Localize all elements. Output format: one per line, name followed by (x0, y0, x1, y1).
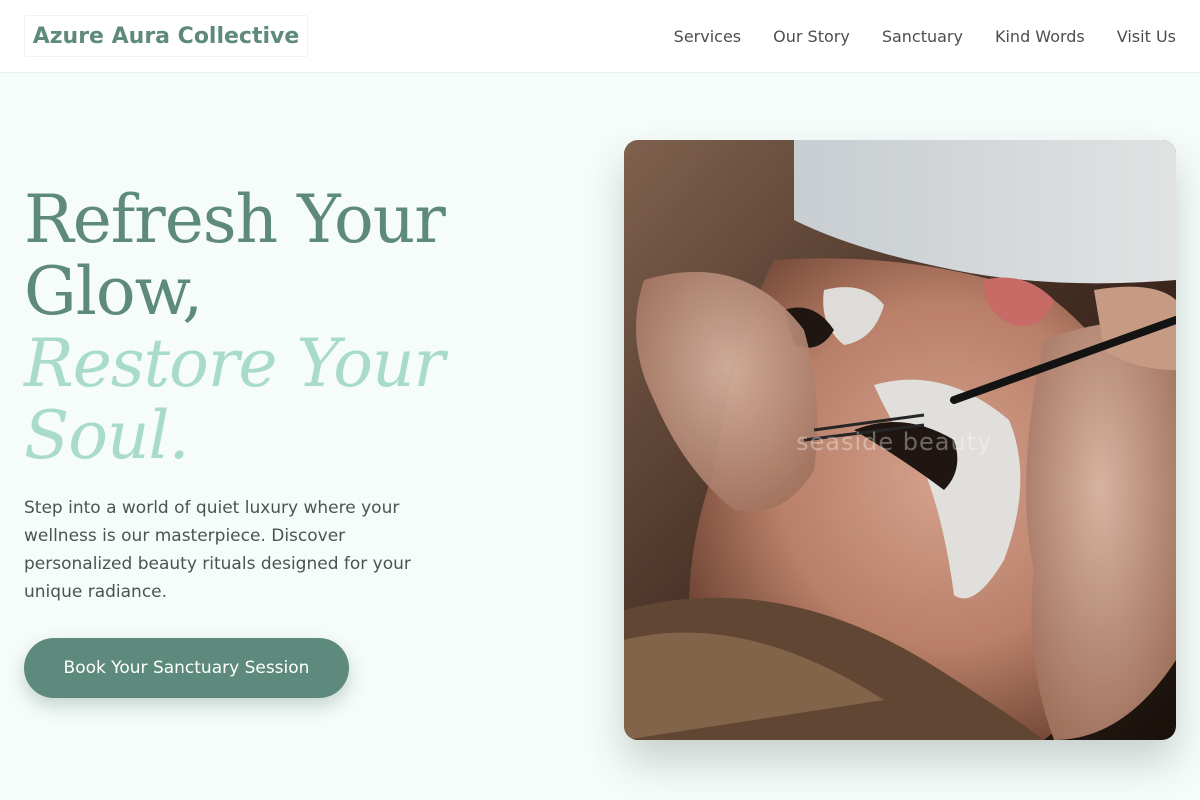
hero-title: Refresh Your Glow, Restore Your Soul. (24, 184, 584, 472)
hero-title-accent-line-1: Restore Your (24, 325, 445, 402)
hero-title-line-1: Refresh Your (24, 181, 446, 258)
brand-logo[interactable]: Azure Aura Collective (24, 15, 308, 57)
nav-item-our-story[interactable]: Our Story (773, 27, 850, 46)
hero-title-accent-line-2: Soul. (24, 397, 190, 474)
nav-item-kind-words[interactable]: Kind Words (995, 27, 1085, 46)
hero-title-line-2: Glow, (24, 253, 203, 330)
nav-item-visit-us[interactable]: Visit Us (1117, 27, 1176, 46)
main-nav: Services Our Story Sanctuary Kind Words … (674, 0, 1176, 72)
site-header: Azure Aura Collective Services Our Story… (0, 0, 1200, 73)
book-session-button[interactable]: Book Your Sanctuary Session (24, 638, 349, 698)
hero-description: Step into a world of quiet luxury where … (24, 498, 411, 602)
image-watermark: seaside beauty (796, 428, 993, 456)
hero-image: seaside beauty (624, 140, 1176, 740)
nav-item-sanctuary[interactable]: Sanctuary (882, 27, 963, 46)
nav-item-services[interactable]: Services (674, 27, 741, 46)
